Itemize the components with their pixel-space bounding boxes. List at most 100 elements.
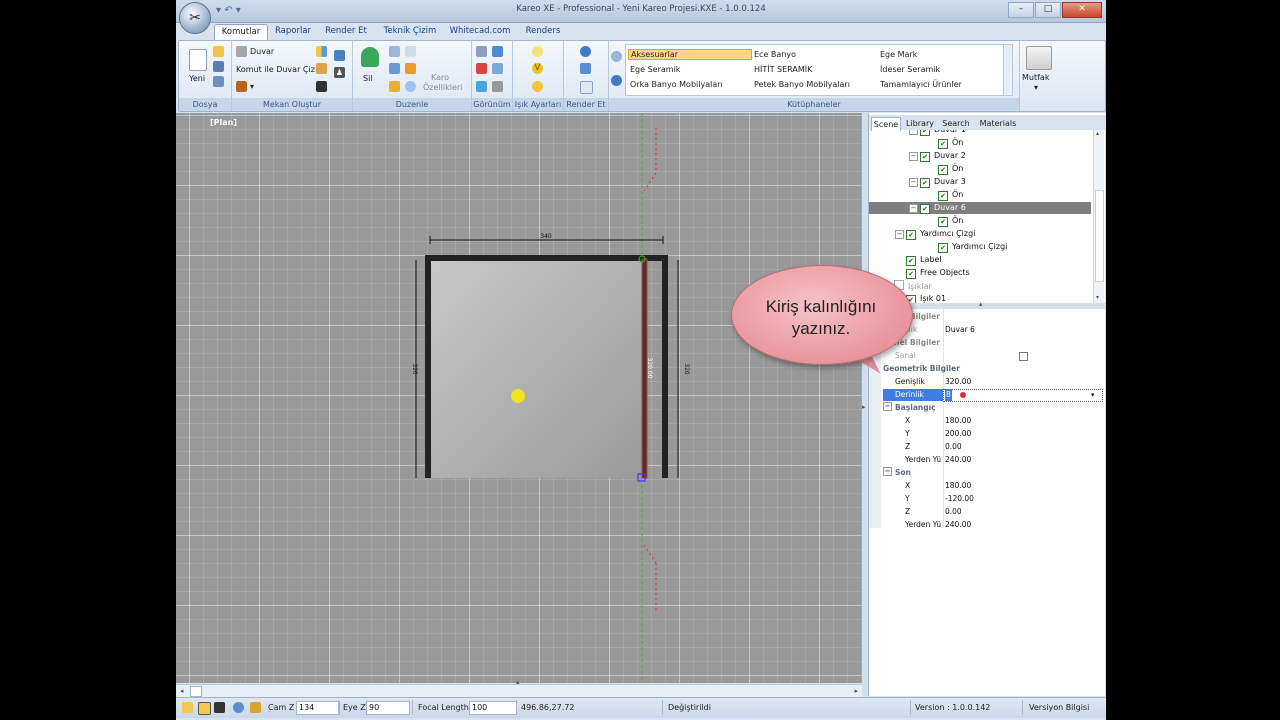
- duvar-button[interactable]: Duvar: [250, 47, 274, 56]
- door-dropdown-icon[interactable]: ▾: [250, 82, 254, 91]
- view-3d-icon[interactable]: [492, 46, 503, 57]
- property-row-end-x[interactable]: X 180.00: [869, 480, 1103, 492]
- library-search-icon[interactable]: [611, 51, 622, 62]
- snap-toggle-icon[interactable]: [198, 702, 211, 715]
- grid-toggle-icon[interactable]: [182, 702, 193, 713]
- tree-item[interactable]: − ✔ Duvar 2: [869, 150, 1091, 162]
- property-value[interactable]: 320.00: [945, 376, 971, 388]
- property-value[interactable]: 240.00: [945, 454, 971, 466]
- kitchen-icon[interactable]: [1026, 46, 1052, 70]
- scroll-left-icon[interactable]: ◂: [180, 687, 184, 695]
- derinlik-input[interactable]: [943, 389, 1103, 402]
- property-category[interactable]: − Başlangıç: [869, 402, 1103, 414]
- property-row-derinlik[interactable]: Derinlik 8 ▾: [869, 389, 1103, 402]
- property-value[interactable]: 180.00: [945, 480, 971, 492]
- mutfak-button[interactable]: Mutfak: [1022, 73, 1049, 82]
- sanal-checkbox[interactable]: [1019, 352, 1028, 361]
- zoom-icon[interactable]: [492, 63, 503, 74]
- karo-ozellikleri-label-2[interactable]: Özellikleri: [423, 83, 462, 92]
- tree-scroll-thumb[interactable]: [1095, 190, 1104, 282]
- wall-top[interactable]: [425, 255, 668, 261]
- tab-search[interactable]: Search: [941, 117, 971, 130]
- property-value[interactable]: Duvar 6: [945, 324, 975, 336]
- render-output-icon[interactable]: [580, 81, 593, 94]
- library-item-ece-banyo[interactable]: Ece Banyo: [754, 50, 796, 59]
- tree-item[interactable]: −✔ Duvar 1: [869, 130, 1091, 136]
- tree-checkbox[interactable]: ✔: [906, 256, 916, 266]
- tree-item[interactable]: ✔ Ön: [869, 137, 1091, 149]
- tab-raporlar[interactable]: Raporlar: [270, 24, 316, 39]
- maximize-button[interactable]: □: [1035, 2, 1061, 18]
- property-row-start-height[interactable]: Yerden Yü 240.00: [869, 454, 1103, 466]
- scroll-thumb[interactable]: [190, 686, 202, 697]
- door-icon[interactable]: [236, 81, 247, 92]
- tree-item[interactable]: ✔ Ön: [869, 163, 1091, 175]
- tree-item[interactable]: − ✔ Yardımcı Çizgi: [869, 228, 1091, 240]
- tab-renders[interactable]: Renders: [522, 24, 564, 39]
- eye-icon[interactable]: [476, 81, 487, 92]
- property-value[interactable]: 180.00: [945, 415, 971, 427]
- ortho-toggle-icon[interactable]: [214, 702, 225, 713]
- tree-scroll-up-icon[interactable]: ▴: [1096, 130, 1099, 137]
- tree-checkbox[interactable]: ✔: [920, 152, 930, 162]
- copy-icon[interactable]: [389, 46, 400, 57]
- library-item-aksesuarlar[interactable]: Aksesuarlar: [628, 49, 752, 60]
- tab-materials[interactable]: Materials: [977, 117, 1019, 130]
- tree-checkbox[interactable]: ✔: [906, 230, 916, 240]
- property-row-genislik[interactable]: Genişlik 320.00: [869, 376, 1103, 388]
- cam-z-input[interactable]: 134: [296, 701, 340, 715]
- scene-tree[interactable]: −✔Duvar 1✔Ön−✔Duvar 2✔Ön−✔Duvar 3✔Ön−✔Du…: [869, 130, 1093, 305]
- tree-checkbox[interactable]: ✔: [920, 130, 930, 136]
- light-v-icon[interactable]: V: [532, 63, 543, 74]
- tree-scrollbar[interactable]: ▴ ▾: [1093, 130, 1104, 305]
- minimize-button[interactable]: –: [1008, 2, 1034, 18]
- orbit-icon[interactable]: [492, 81, 503, 92]
- people-icon[interactable]: ♟: [334, 67, 345, 78]
- tree-checkbox[interactable]: ✔: [938, 243, 948, 253]
- sun-icon[interactable]: [532, 81, 543, 92]
- library-item-hitit-seramik[interactable]: HİTİT SERAMİK: [754, 65, 812, 74]
- paste-icon[interactable]: [405, 46, 416, 57]
- move-icon[interactable]: [389, 63, 400, 74]
- tool-icon[interactable]: [389, 81, 400, 92]
- tree-item[interactable]: ✔ Free Objects: [869, 267, 1091, 279]
- tree-item[interactable]: ✔ Ön: [869, 189, 1091, 201]
- new-file-icon[interactable]: [189, 49, 207, 71]
- property-row-end-z[interactable]: Z 0.00: [869, 506, 1103, 518]
- mutfak-dropdown-icon[interactable]: ▾: [1034, 83, 1038, 92]
- floor-icon[interactable]: [316, 63, 327, 74]
- property-row-end-height[interactable]: Yerden Yü 240.00: [869, 519, 1103, 531]
- plan-canvas[interactable]: [Plan] 340 320 320 320.00: [176, 113, 862, 683]
- library-item-ideser-seramik[interactable]: İdeser Seramik: [880, 65, 940, 74]
- tree-item[interactable]: −Işıklar: [869, 280, 1091, 292]
- light-bulb-marker[interactable]: [511, 389, 525, 403]
- property-value[interactable]: 200.00: [945, 428, 971, 440]
- property-row-end-y[interactable]: Y -120.00: [869, 493, 1103, 505]
- tree-item[interactable]: − ✔ Duvar 3: [869, 176, 1091, 188]
- collapse-up-icon[interactable]: ▴: [516, 678, 520, 686]
- save-as-icon[interactable]: [213, 76, 224, 87]
- focal-length-input[interactable]: 100: [469, 701, 517, 715]
- karo-ozellikleri-label-1[interactable]: Karo: [431, 73, 449, 82]
- property-value[interactable]: 0.00: [945, 441, 962, 453]
- komut-ile-duvar-button[interactable]: Komut ile Duvar Çiz: [236, 65, 315, 74]
- property-row-start-y[interactable]: Y 200.00: [869, 428, 1103, 440]
- tree-checkbox[interactable]: ✔: [920, 204, 930, 214]
- tree-item[interactable]: − ✔ Duvar 6: [869, 202, 1091, 214]
- library-item-ege-seramik[interactable]: Ege Seramik: [630, 65, 680, 74]
- arrow-icon[interactable]: [476, 63, 487, 74]
- tree-expander-icon[interactable]: −: [909, 130, 918, 135]
- property-value[interactable]: 240.00: [945, 519, 971, 531]
- tree-expander-icon[interactable]: −: [895, 230, 904, 239]
- open-folder-icon[interactable]: [213, 46, 224, 57]
- tree-expander-icon[interactable]: −: [909, 178, 918, 187]
- tree-scroll-down-icon[interactable]: ▾: [1096, 294, 1099, 301]
- tab-whitecad[interactable]: Whitecad.com: [448, 24, 512, 39]
- tree-item[interactable]: ✔ Yardımcı Çizgi: [869, 241, 1091, 253]
- tree-item[interactable]: ✔ Label: [869, 254, 1091, 266]
- tab-teknik-cizim[interactable]: Teknik Çizim: [380, 24, 440, 39]
- wall-right[interactable]: [662, 255, 668, 478]
- property-value[interactable]: 0.00: [945, 506, 962, 518]
- tree-checkbox[interactable]: ✔: [906, 269, 916, 279]
- tree-checkbox[interactable]: ✔: [938, 139, 948, 149]
